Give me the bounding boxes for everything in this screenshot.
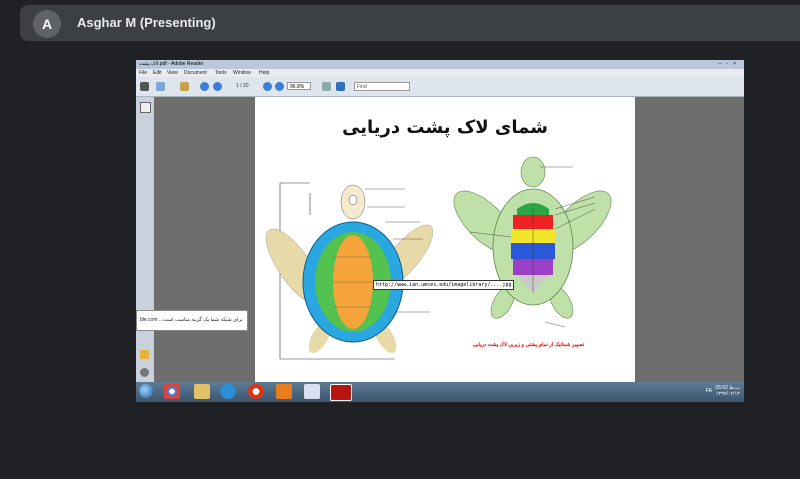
windows-taskbar: FA 05:52 ب.ظ ۱۳۹۹/۰۲/۱۴ bbox=[136, 382, 744, 402]
reader-titlebar: لاک پشت.pdf - Adobe Reader –▫× bbox=[136, 60, 744, 69]
figure-caption: تصویر شماتیک از نمای پشتی و زیرین لاک پش… bbox=[473, 342, 585, 348]
presenter-bar: A Asghar M (Presenting) bbox=[20, 5, 800, 41]
next-page-icon[interactable] bbox=[213, 82, 222, 91]
zoom-in-icon[interactable] bbox=[275, 82, 284, 91]
media-player-icon[interactable] bbox=[276, 384, 292, 399]
zoom-field[interactable]: 96.8% bbox=[287, 82, 311, 90]
adobe-reader-icon[interactable] bbox=[330, 384, 352, 401]
prev-page-icon[interactable] bbox=[200, 82, 209, 91]
menu-file[interactable]: File bbox=[139, 70, 147, 76]
navigation-panel bbox=[136, 97, 154, 382]
system-clock[interactable]: 05:52 ب.ظ ۱۳۹۹/۰۲/۱۴ bbox=[715, 385, 740, 397]
email-icon[interactable] bbox=[156, 82, 165, 91]
explorer-icon[interactable] bbox=[194, 384, 210, 399]
window-controls[interactable]: –▫× bbox=[719, 61, 741, 67]
presenter-name: Asghar M (Presenting) bbox=[77, 15, 216, 30]
opera-icon[interactable] bbox=[248, 384, 264, 399]
turtle-dorsal bbox=[265, 182, 434, 360]
pages-icon[interactable] bbox=[140, 102, 151, 113]
print-icon[interactable] bbox=[140, 82, 149, 91]
presenter-avatar: A bbox=[33, 10, 61, 38]
turtle-illustration bbox=[265, 156, 612, 360]
reader-menubar: File Edit View Document Tools Window Hel… bbox=[136, 69, 744, 77]
find-input[interactable]: Find bbox=[354, 82, 410, 91]
shared-screen: لاک پشت.pdf - Adobe Reader –▫× File Edit… bbox=[136, 60, 744, 402]
comments-icon[interactable] bbox=[140, 350, 149, 359]
menu-view[interactable]: View bbox=[167, 70, 178, 76]
start-button[interactable] bbox=[139, 384, 153, 398]
attachments-icon[interactable] bbox=[140, 368, 149, 377]
document-area: شمای لاک پشت دریایی http://www.ian.umces… bbox=[154, 97, 744, 382]
menu-document[interactable]: Document bbox=[184, 70, 207, 76]
collaborate-icon[interactable] bbox=[180, 82, 189, 91]
page-indicator[interactable]: 1 / 20 bbox=[236, 83, 249, 89]
fit-width-icon[interactable] bbox=[336, 82, 345, 91]
chrome-icon[interactable] bbox=[164, 384, 180, 399]
reader-toolbar: 1 / 20 96.8% Find bbox=[136, 77, 744, 97]
menu-tools[interactable]: Tools bbox=[215, 70, 227, 76]
turtle-plastron bbox=[453, 156, 612, 328]
notification-tooltip: ble.com ...برای شبکه شما یک گزینه مناسب … bbox=[136, 310, 248, 331]
menu-edit[interactable]: Edit bbox=[153, 70, 162, 76]
menu-window[interactable]: Window bbox=[233, 70, 251, 76]
calculator-icon[interactable] bbox=[304, 384, 320, 399]
zoom-out-icon[interactable] bbox=[263, 82, 272, 91]
window-title: لاک پشت.pdf - Adobe Reader bbox=[139, 61, 204, 67]
image-url-tooltip: http://www.ian.umces.edu/imagelibrary/..… bbox=[373, 280, 515, 290]
pdf-page: شمای لاک پشت دریایی http://www.ian.umces… bbox=[255, 97, 635, 382]
language-indicator[interactable]: FA bbox=[706, 388, 712, 394]
fit-page-icon[interactable] bbox=[322, 82, 331, 91]
menu-help[interactable]: Help bbox=[259, 70, 269, 76]
ie-icon[interactable] bbox=[220, 384, 236, 399]
